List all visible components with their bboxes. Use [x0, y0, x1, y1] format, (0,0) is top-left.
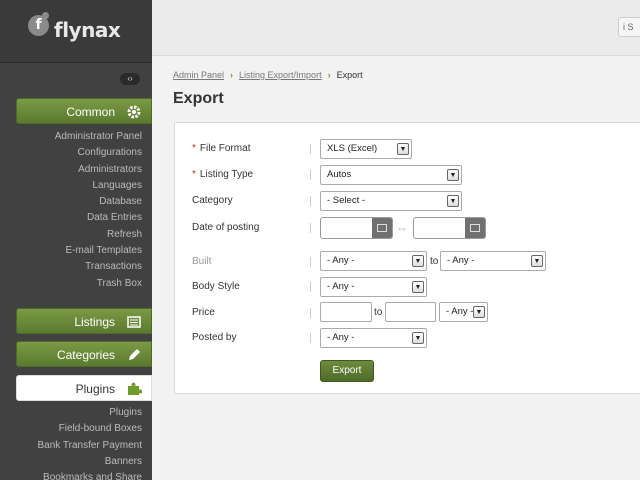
sidebar: f flynax ‹› Common Administrator Panel C… [0, 0, 152, 480]
date-range-arrow-icon: ↔ [396, 220, 408, 234]
built-to-select[interactable]: - Any - ▼ [440, 251, 546, 271]
category-select[interactable]: - Select - ▼ [320, 191, 462, 211]
row-divider [310, 257, 311, 267]
collapse-sidebar-button[interactable]: ‹› [120, 73, 140, 85]
posted-by-select[interactable]: - Any - ▼ [320, 328, 427, 348]
chevron-down-icon: ▼ [412, 332, 424, 344]
breadcrumb: Admin Panel › Listing Export/Import › Export [173, 70, 363, 80]
listing-type-select[interactable]: Autos ▼ [320, 165, 462, 185]
chevron-down-icon: ▼ [412, 255, 424, 267]
built-to-value: - Any - [447, 255, 475, 266]
chevron-down-icon: ▼ [397, 143, 409, 155]
row-divider [310, 333, 311, 343]
submenu-item[interactable]: Bookmarks and Share [0, 470, 142, 480]
breadcrumb-export-import-link[interactable]: Listing Export/Import [239, 70, 322, 80]
page-title: Export [173, 90, 224, 107]
top-header [152, 0, 640, 56]
calendar-icon[interactable] [372, 218, 392, 238]
menu-categories-button[interactable]: Categories [16, 341, 152, 367]
breadcrumb-current: Export [336, 70, 363, 80]
date-to-input[interactable] [413, 217, 486, 239]
submenu-item[interactable]: Database [0, 194, 142, 210]
built-from-select[interactable]: - Any - ▼ [320, 251, 427, 271]
posted-by-value: - Any - [327, 332, 355, 343]
submenu-item[interactable]: Transactions [0, 259, 142, 275]
calendar-icon[interactable] [465, 218, 485, 238]
logo-dot [42, 12, 49, 19]
row-divider [310, 170, 311, 180]
submenu-item[interactable]: Plugins [0, 405, 142, 421]
logo-area: f flynax [0, 0, 152, 63]
built-label: Built [192, 256, 212, 267]
menu-common-label: Common [66, 105, 115, 119]
submenu-item[interactable]: Languages [0, 178, 143, 194]
common-submenu: Administrator Panel Configurations Admin… [0, 129, 142, 292]
logo-text: flynax [54, 18, 121, 42]
breadcrumb-separator-icon: › [327, 70, 331, 80]
chevron-down-icon: ▼ [473, 306, 485, 318]
category-label: Category [192, 195, 233, 206]
gear-icon [127, 105, 141, 119]
file-format-label: * File Format [192, 143, 251, 154]
menu-plugins-label: Plugins [75, 382, 115, 396]
row-divider [310, 223, 311, 233]
listing-type-value: Autos [327, 169, 352, 180]
submenu-item[interactable]: Field-bound Boxes [0, 421, 142, 437]
chevron-down-icon: ▼ [412, 281, 424, 293]
price-currency-value: - Any - [446, 306, 474, 317]
built-from-value: - Any - [327, 255, 355, 266]
category-value: - Select - [327, 195, 366, 206]
body-style-value: - Any - [327, 281, 355, 292]
posted-by-label: Posted by [192, 332, 237, 343]
file-format-value: XLS (Excel) [327, 143, 378, 154]
puzzle-icon [128, 382, 142, 395]
submenu-item[interactable]: Bank Transfer Payment [0, 438, 143, 454]
chevron-down-icon: ▼ [531, 255, 543, 267]
submenu-item[interactable]: Trash Box [0, 276, 142, 292]
submenu-item[interactable]: E-mail Templates [0, 243, 142, 259]
date-of-posting-label: Date of posting [192, 222, 260, 233]
body-style-label: Body Style [192, 281, 240, 292]
breadcrumb-admin-panel-link[interactable]: Admin Panel [173, 70, 224, 80]
submenu-item[interactable]: Banners [0, 454, 142, 470]
row-divider [310, 308, 311, 318]
price-to-label: to [374, 307, 383, 318]
header-button[interactable]: i S [618, 17, 640, 37]
date-from-input[interactable] [320, 217, 393, 239]
row-divider [310, 196, 311, 206]
menu-categories-label: Categories [56, 348, 115, 362]
menu-common-button[interactable]: Common [16, 98, 152, 124]
file-format-select[interactable]: XLS (Excel) ▼ [320, 139, 412, 159]
menu-listings-label: Listings [74, 315, 115, 329]
price-to-input[interactable] [385, 302, 436, 322]
body-style-select[interactable]: - Any - ▼ [320, 277, 427, 297]
required-mark: * [192, 143, 196, 154]
export-button[interactable]: Export [320, 360, 374, 382]
listing-icon [127, 316, 141, 328]
plugins-submenu: Plugins Field-bound Boxes Bank Transfer … [0, 405, 143, 480]
menu-listings-button[interactable]: Listings [16, 308, 152, 334]
menu-plugins-button[interactable]: Plugins [16, 375, 152, 401]
price-label: Price [192, 307, 215, 318]
row-divider [310, 144, 311, 154]
submenu-item[interactable]: Refresh [0, 227, 142, 243]
row-divider [310, 282, 311, 292]
listing-type-label: * Listing Type [192, 169, 254, 180]
pencil-icon [129, 349, 140, 360]
chevron-down-icon: ▼ [447, 169, 459, 181]
submenu-item[interactable]: Configurations [0, 145, 142, 161]
required-mark: * [192, 169, 196, 180]
price-currency-select[interactable]: - Any - ▼ [439, 302, 488, 322]
breadcrumb-separator-icon: › [230, 70, 234, 80]
price-from-input[interactable] [320, 302, 372, 322]
built-to-label: to [430, 256, 439, 267]
submenu-item[interactable]: Data Entries [0, 210, 142, 226]
submenu-item[interactable]: Administrators [0, 162, 142, 178]
chevron-down-icon: ▼ [447, 195, 459, 207]
submenu-item[interactable]: Administrator Panel [0, 129, 142, 145]
